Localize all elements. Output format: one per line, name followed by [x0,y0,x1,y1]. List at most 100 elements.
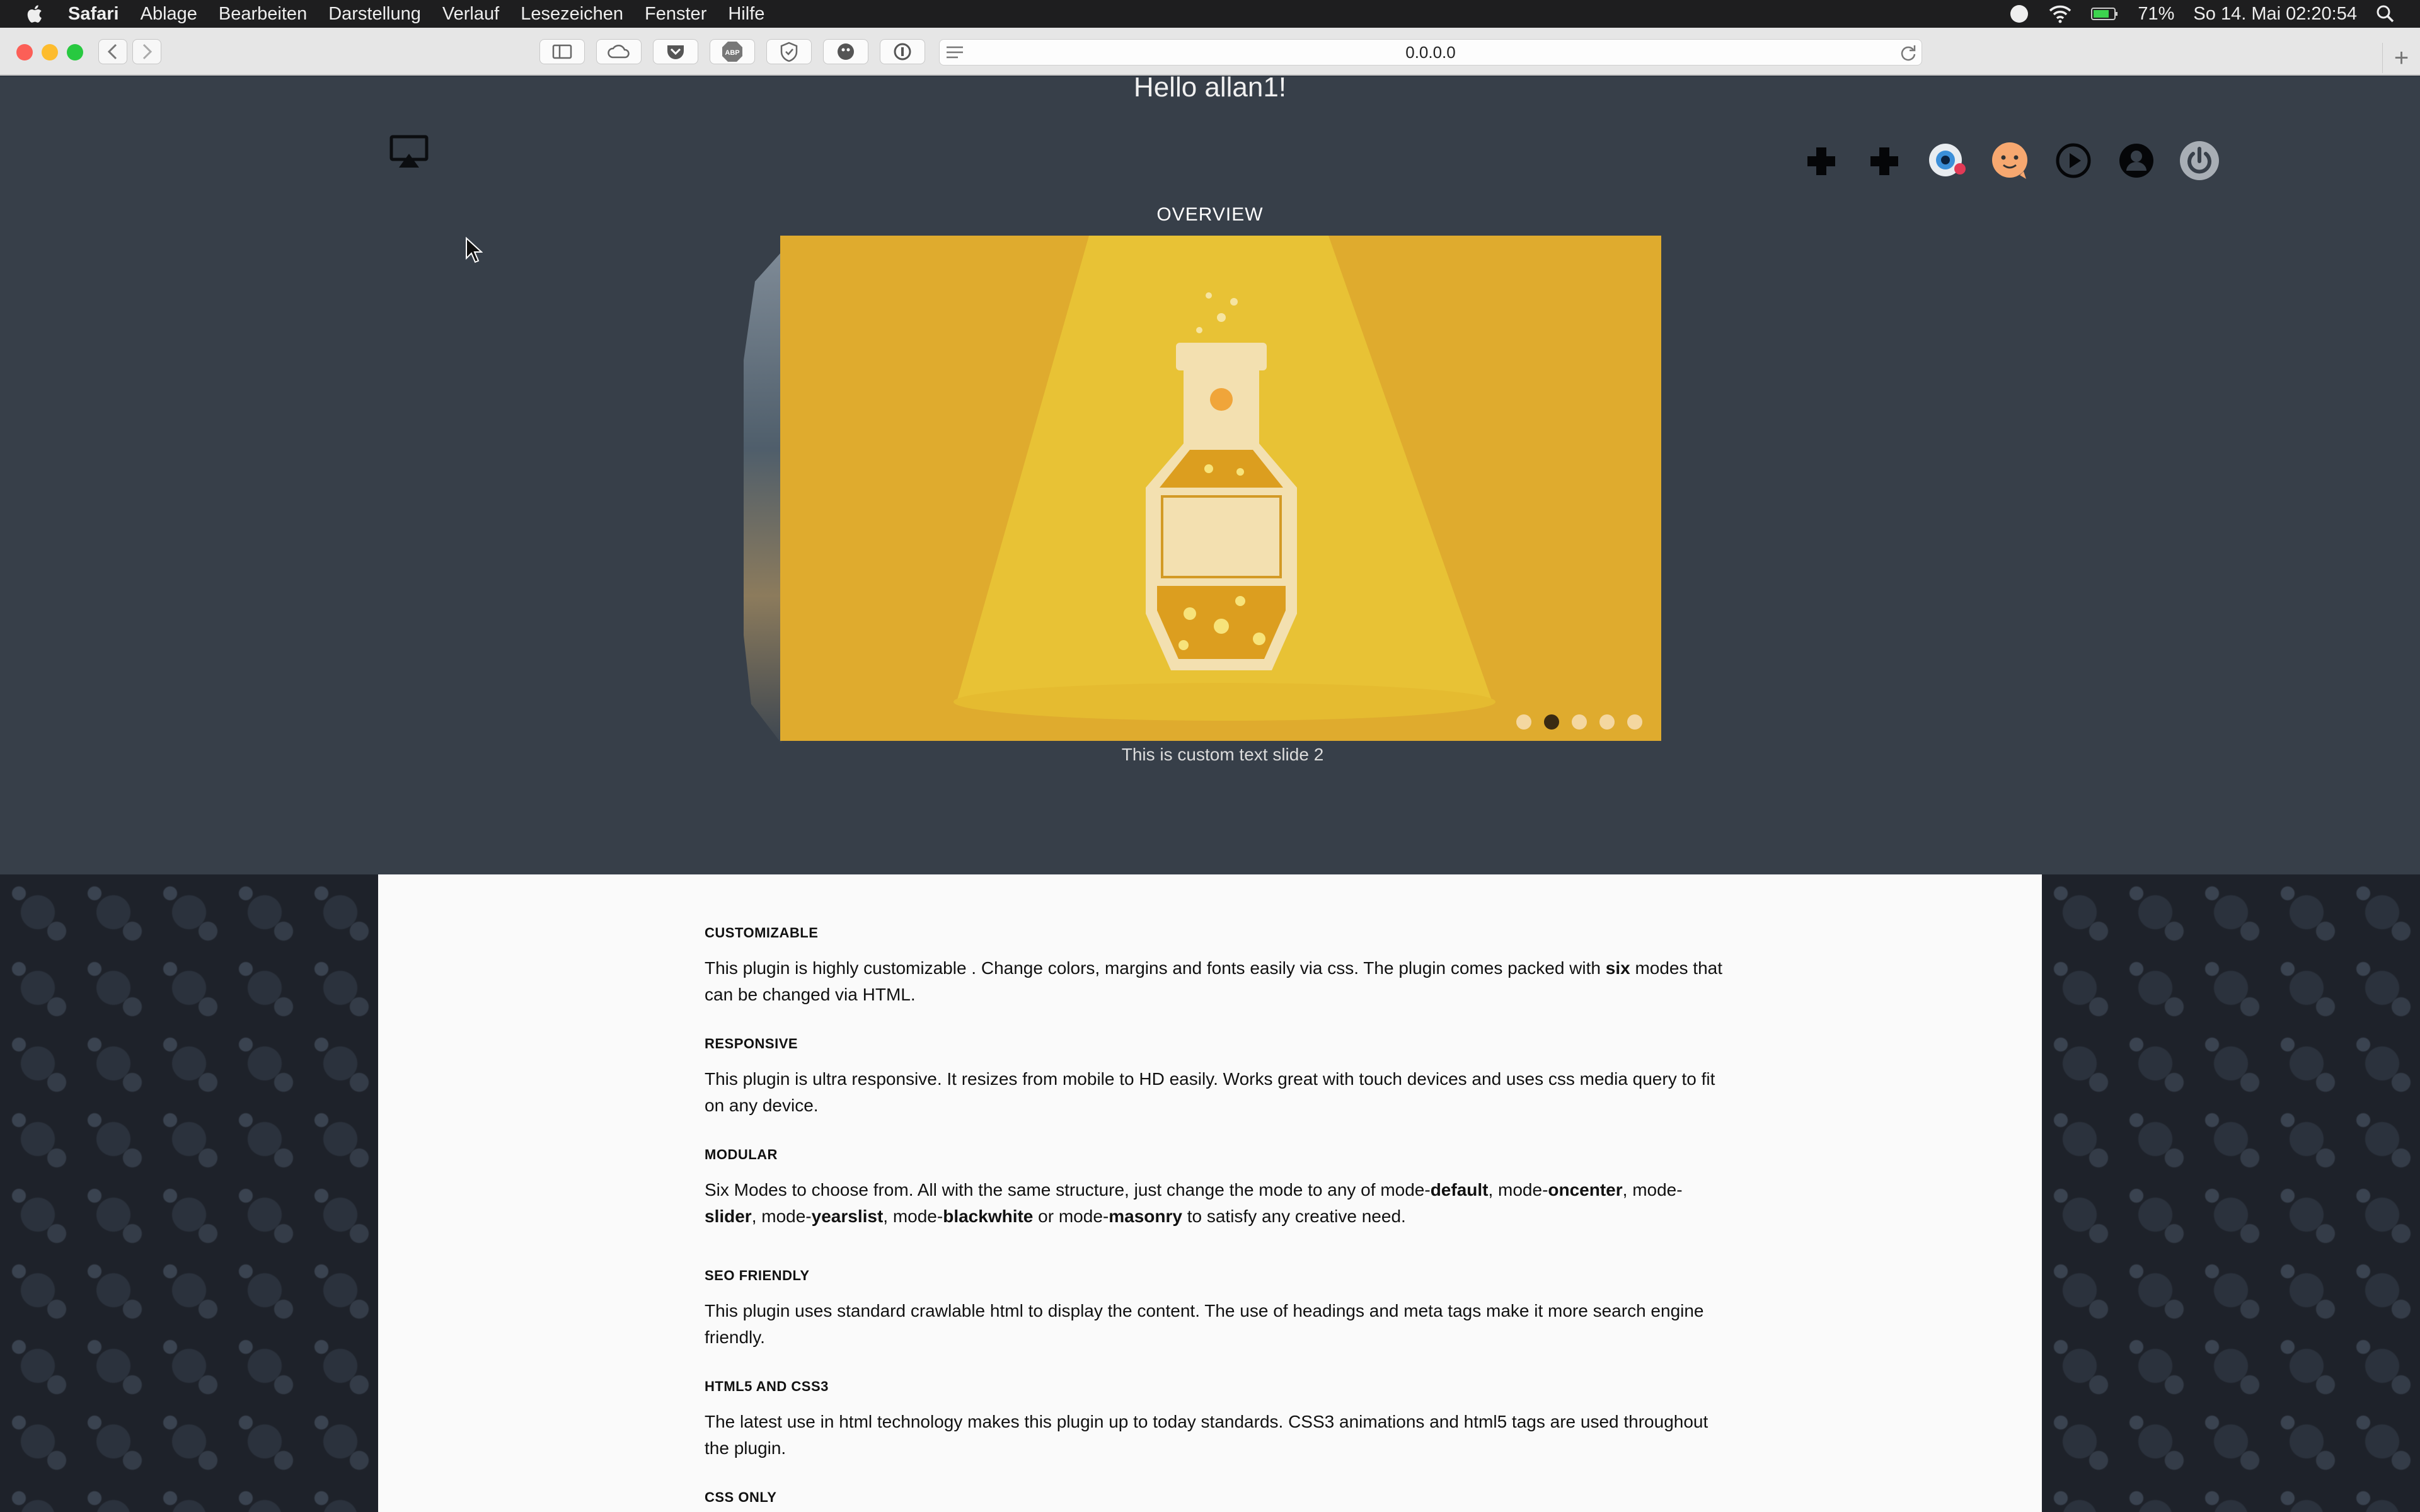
space-juice-illustration [954,236,1495,721]
slider-dot[interactable] [1627,714,1642,730]
feature-text-segment: to satisfy any creative need. [1182,1206,1406,1226]
feature-text-segment: This plugin is ultra responsive. It resi… [705,1069,1715,1115]
feature-html5-css3: HTML5 AND CSS3 The latest use in html te… [705,1378,1726,1462]
pocket-icon [667,45,684,59]
feature-responsive: RESPONSIVE This plugin is ultra responsi… [705,1036,1726,1119]
chat-face-icon [1992,142,2027,179]
menu-darstellung[interactable]: Darstellung [328,4,421,25]
menubar-clock[interactable]: So 14. Mai 02:20:54 [2193,4,2357,25]
adblock-icon: ABP [722,42,742,62]
apple-logo-icon[interactable] [25,4,43,24]
feature-text-segment: The latest use in html technology makes … [705,1412,1708,1458]
address-bar-url[interactable]: 0.0.0.0 [1405,43,1456,62]
feature-text: This plugin is ultra responsive. It resi… [705,1066,1726,1119]
slider-pagination [1516,714,1642,730]
icloud-tabs-button[interactable] [596,39,642,64]
feature-title: HTML5 AND CSS3 [705,1378,829,1394]
feature-text-bold: blackwhite [943,1206,1034,1226]
reader-view-icon[interactable] [945,45,964,59]
play-circle-icon [2056,143,2091,178]
menu-lesezeichen[interactable]: Lesezeichen [521,4,623,25]
shield-extension-button[interactable] [766,39,812,64]
feature-title: SEO FRIENDLY [705,1268,810,1283]
airplay-icon[interactable] [389,135,429,170]
window-close-button[interactable] [16,44,33,60]
back-button[interactable] [98,39,127,64]
power-icon [2180,141,2219,180]
feature-text: This plugin is highly customizable . Cha… [705,955,1726,1008]
slider-dot[interactable] [1599,714,1615,730]
menu-hilfe[interactable]: Hilfe [728,4,764,25]
feature-text-bold: default [1430,1180,1489,1200]
adblock-extension-button[interactable]: ABP [710,39,755,64]
shield-icon [780,42,798,62]
account-icon [2119,144,2153,178]
pocket-extension-button[interactable] [653,39,698,64]
menu-app-name[interactable]: Safari [68,4,119,25]
chevron-right-icon [142,43,153,60]
feature-text-segment: , mode- [751,1206,812,1226]
feature-text: Six Modes to choose from. All with the s… [705,1177,1726,1230]
menu-bearbeiten[interactable]: Bearbeiten [219,4,307,25]
eye-button[interactable] [1922,140,1973,181]
forward-button[interactable] [132,39,161,64]
slide-caption: This is custom text slide 2 [1121,745,1324,764]
overview-heading: OVERVIEW [1156,204,1264,225]
notification-bubble-icon[interactable] [2009,4,2029,24]
battery-percent: 71% [2138,3,2175,24]
spotlight-search-icon[interactable] [2376,4,2395,23]
feature-title: CSS ONLY [705,1489,777,1505]
menu-fenster[interactable]: Fenster [645,4,706,25]
feature-text-bold: masonry [1109,1206,1182,1226]
feature-modular: MODULAR Six Modes to choose from. All wi… [705,1147,1726,1230]
feature-text-bold: slider [705,1206,752,1226]
slider-dot[interactable] [1572,714,1587,730]
feature-text: This plugin uses standard crawlable html… [705,1298,1726,1351]
slide-image[interactable] [780,236,1661,741]
onepassword-extension-button[interactable] [880,39,925,64]
cube-adjacent-face [744,252,781,743]
greeting-title: Hello allan1! [1133,72,1287,103]
menu-ablage[interactable]: Ablage [141,4,197,25]
feature-text-segment: This plugin is highly customizable . Cha… [705,958,1606,978]
feature-seo-friendly: SEO FRIENDLY This plugin uses standard c… [705,1268,1726,1351]
gamepad-icon [1870,147,1898,175]
feature-text-segment: , mode- [1622,1180,1683,1200]
feature-text-segment: , mode- [883,1206,943,1226]
macos-menubar: Safari Ablage Bearbeiten Darstellung Ver… [0,0,2420,28]
play-button[interactable] [2048,140,2099,181]
ghostery-extension-button[interactable] [823,39,868,64]
wifi-icon[interactable] [2048,4,2072,23]
address-bar[interactable]: 0.0.0.0 [939,39,1922,66]
gamepad-button-2[interactable] [1859,140,1910,181]
new-tab-button[interactable]: + [2382,43,2420,73]
feature-text-segment: or mode- [1033,1206,1109,1226]
slider-dot-active[interactable] [1544,714,1559,730]
features-content-panel: CUSTOMIZABLE This plugin is highly custo… [378,874,2042,1512]
window-minimize-button[interactable] [42,44,58,60]
battery-icon[interactable] [2091,6,2119,21]
onepassword-icon [894,43,911,60]
account-button[interactable] [2111,140,2162,181]
feature-text-segment: Six Modes to choose from. All with the s… [705,1180,1431,1200]
feature-text-bold: six [1605,958,1630,978]
menu-verlauf[interactable]: Verlauf [442,4,499,25]
feature-title: RESPONSIVE [705,1036,798,1051]
svg-text:ABP: ABP [725,49,739,57]
feature-text-bold: oncenter [1548,1180,1623,1200]
window-fullscreen-button[interactable] [67,44,83,60]
feature-text: The latest use in html technology makes … [705,1409,1726,1462]
ghostery-icon [838,43,854,60]
feature-text-segment: , mode- [1488,1180,1548,1200]
browser-toolbar: ABP 0.0.0.0 + [0,28,2420,76]
power-button[interactable] [2174,140,2225,181]
chat-face-button[interactable] [1985,140,2036,181]
reload-icon[interactable] [1899,44,1917,62]
gamepad-button-1[interactable] [1796,140,1847,181]
gamepad-icon [1807,147,1835,175]
sidebar-toggle-button[interactable] [539,39,585,64]
feature-text-segment: This plugin uses standard crawlable html… [705,1301,1704,1347]
feature-title: CUSTOMIZABLE [705,925,819,941]
slider-dot[interactable] [1516,714,1531,730]
feature-title: MODULAR [705,1147,778,1162]
